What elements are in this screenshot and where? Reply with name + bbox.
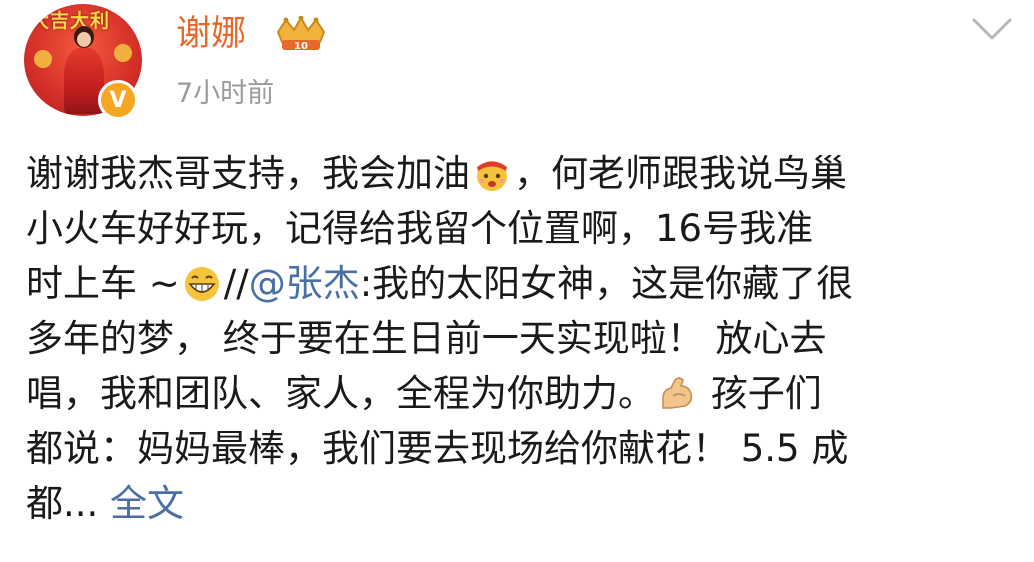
content-line: 谢谢我杰哥支持，我会加油 ，何老师跟我说鸟巢 xyxy=(26,152,847,195)
content-line: 时上车 ~ //@张杰:我的太阳女神，这是你藏了很 xyxy=(26,262,854,305)
full-text-link[interactable]: 全文 xyxy=(110,482,184,525)
content-line: 唱，我和团队、家人，全程为你助力。 孩子们 xyxy=(26,372,822,415)
content-line: 小火车好好玩，记得给我留个位置啊，16号我准 xyxy=(26,207,814,250)
mention-link[interactable]: @张杰 xyxy=(249,262,360,305)
grin-emoji-icon xyxy=(184,267,219,301)
weibo-post: 大吉大利 V 谢娜 10 7小时前 谢谢我杰哥支持，我会加油 ，何老师跟我说鸟巢… xyxy=(0,0,1034,562)
badge-number: 10 xyxy=(294,41,308,52)
post-content: 谢谢我杰哥支持，我会加油 ，何老师跟我说鸟巢 小火车好好玩，记得给我留个位置啊，… xyxy=(26,146,1011,531)
avatar-ornament xyxy=(114,44,132,62)
chevron-down-icon[interactable] xyxy=(970,14,1014,44)
verified-badge-icon: V xyxy=(98,80,138,120)
content-line: 都... 全文 xyxy=(26,482,185,525)
user-name[interactable]: 谢娜 xyxy=(176,12,246,56)
post-time: 7小时前 xyxy=(176,78,275,109)
avatar-ornament xyxy=(34,50,52,68)
content-line: 多年的梦， 终于要在生日前一天实现啦！ 放心去 xyxy=(26,317,827,360)
cheer-emoji-icon xyxy=(477,161,507,191)
crown-badge-icon[interactable]: 10 xyxy=(274,16,328,54)
content-line: 都说：妈妈最棒，我们要去现场给你献花！ 5.5 成 xyxy=(26,427,849,470)
flex-muscle-icon xyxy=(662,377,693,409)
